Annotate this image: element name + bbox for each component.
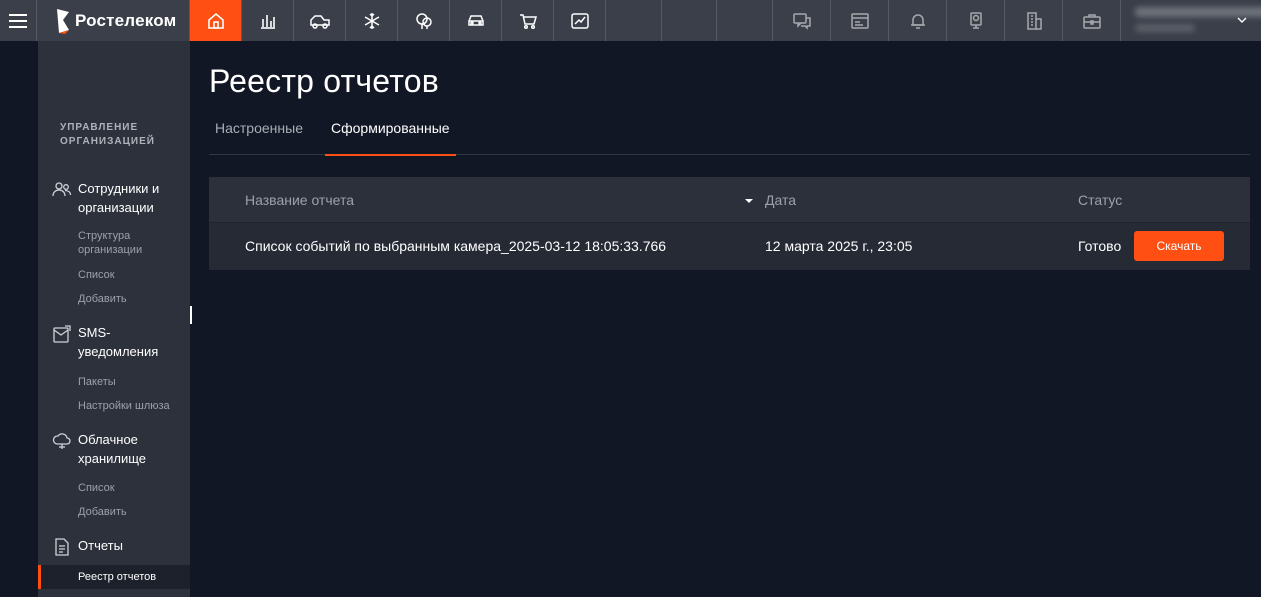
briefcase-icon[interactable] bbox=[1063, 0, 1121, 41]
column-header-status[interactable]: Статус bbox=[1078, 192, 1122, 208]
document-icon bbox=[55, 538, 69, 556]
tab-generated[interactable]: Сформированные bbox=[325, 120, 456, 156]
bell-icon[interactable] bbox=[889, 0, 947, 41]
reports-table: Название отчета Дата Статус Список событ… bbox=[209, 177, 1250, 270]
tab-configured[interactable]: Настроенные bbox=[209, 120, 309, 155]
bar-chart-icon[interactable] bbox=[242, 0, 294, 41]
sidebar-group-reports[interactable]: Отчеты bbox=[52, 536, 174, 557]
sort-desc-icon[interactable] bbox=[745, 199, 753, 203]
car-icon[interactable] bbox=[450, 0, 502, 41]
building-icon[interactable] bbox=[1005, 0, 1063, 41]
tabs: Настроенные Сформированные bbox=[209, 112, 1250, 156]
user-account-menu[interactable] bbox=[1121, 0, 1261, 41]
report-status: Готово bbox=[1078, 238, 1122, 254]
camera-icon[interactable] bbox=[947, 0, 1005, 41]
terminal-icon[interactable] bbox=[831, 0, 889, 41]
top-navigation-bar: Ростелеком bbox=[0, 0, 1261, 41]
column-header-name[interactable]: Название отчета bbox=[245, 192, 354, 208]
sidebar-heading: УПРАВЛЕНИЕ ОРГАНИЗАЦИЕЙ bbox=[60, 122, 155, 147]
report-name: Список событий по выбранным камера_2025-… bbox=[245, 238, 667, 254]
cloud-icon bbox=[52, 433, 71, 449]
sidebar-group-label: Сотрудники и организации bbox=[78, 181, 160, 215]
sidebar-link-cloud-add[interactable]: Добавить bbox=[78, 505, 186, 519]
tab-label: Настроенные bbox=[215, 120, 303, 136]
home-icon[interactable] bbox=[190, 0, 242, 41]
sidebar-group-sms[interactable]: SMS-уведомления bbox=[52, 323, 174, 361]
sidebar-link-employees-list[interactable]: Список bbox=[78, 268, 186, 282]
users-icon bbox=[52, 182, 72, 197]
brand-name: Ростелеком bbox=[75, 10, 177, 30]
cart-icon[interactable] bbox=[502, 0, 554, 41]
snowflake-icon[interactable] bbox=[346, 0, 398, 41]
text-cursor bbox=[190, 306, 192, 324]
active-tab-underline bbox=[325, 154, 456, 156]
sidebar-link-sms-packages[interactable]: Пакеты bbox=[78, 375, 186, 389]
truck-icon[interactable] bbox=[294, 0, 346, 41]
user-role-blurred bbox=[1135, 24, 1195, 32]
sidebar-link-org-structure[interactable]: Структура организации bbox=[78, 229, 186, 257]
table-row: Список событий по выбранным камера_2025-… bbox=[209, 223, 1250, 270]
brand-logo[interactable]: Ростелеком bbox=[37, 0, 190, 41]
sidebar-group-cloud[interactable]: Облачное хранилище bbox=[52, 430, 174, 468]
sidebar-group-label: Облачное хранилище bbox=[78, 432, 147, 466]
chevron-down-icon[interactable] bbox=[1235, 13, 1249, 27]
tab-label: Сформированные bbox=[331, 120, 450, 136]
hamburger-menu-icon[interactable] bbox=[0, 0, 37, 41]
sms-icon bbox=[53, 325, 71, 343]
sidebar-group-label: Отчеты bbox=[78, 538, 123, 553]
page-title: Реестр отчетов bbox=[209, 63, 439, 99]
sidebar-link-sms-gateway[interactable]: Настройки шлюза bbox=[78, 399, 186, 413]
chat-icon[interactable] bbox=[773, 0, 831, 41]
trend-chart-icon[interactable] bbox=[554, 0, 606, 41]
sidebar-active-indicator bbox=[38, 565, 41, 589]
sidebar-link-employees-add[interactable]: Добавить bbox=[78, 292, 186, 306]
sidebar-link-report-registry[interactable]: Реестр отчетов bbox=[78, 570, 186, 584]
tree-icon[interactable] bbox=[398, 0, 450, 41]
report-date: 12 марта 2025 г., 23:05 bbox=[765, 238, 913, 254]
table-header: Название отчета Дата Статус bbox=[209, 177, 1250, 223]
sidebar-group-label: SMS-уведомления bbox=[78, 325, 159, 359]
sidebar-link-cloud-list[interactable]: Список bbox=[78, 481, 186, 495]
rostelecom-logo-icon bbox=[57, 8, 69, 34]
download-button[interactable]: Скачать bbox=[1134, 231, 1224, 261]
collapsed-nav-strip bbox=[0, 41, 38, 597]
column-header-date[interactable]: Дата bbox=[765, 192, 796, 208]
sidebar-group-employees[interactable]: Сотрудники и организации bbox=[52, 179, 174, 217]
sidebar: УПРАВЛЕНИЕ ОРГАНИЗАЦИЕЙ Сотрудники и орг… bbox=[38, 41, 190, 597]
